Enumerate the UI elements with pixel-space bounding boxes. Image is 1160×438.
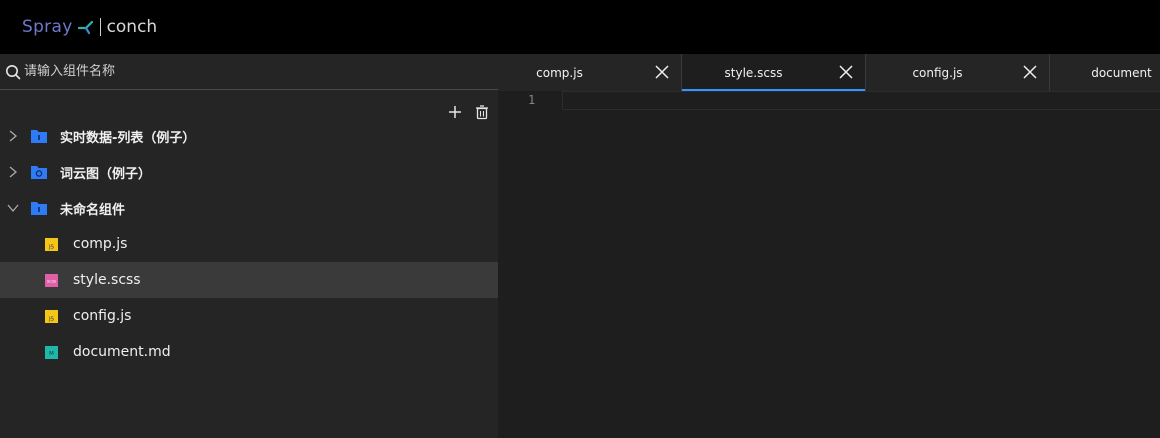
- tab-style-scss[interactable]: style.scss: [682, 54, 866, 91]
- tab-document-md[interactable]: document: [1050, 54, 1160, 91]
- chevron-down-icon[interactable]: [6, 201, 20, 215]
- tab-comp-js[interactable]: comp.js: [498, 54, 682, 91]
- code-area[interactable]: 1: [498, 91, 1160, 438]
- folder-cloud-icon: [31, 166, 47, 179]
- close-icon[interactable]: [839, 65, 853, 79]
- tab-label: document: [1091, 65, 1152, 80]
- folder-icon: [31, 202, 47, 215]
- js-file-icon: JS: [45, 237, 58, 251]
- top-bar: Spray conch: [0, 0, 1160, 54]
- tree-file-label: style.scss: [73, 272, 141, 288]
- scss-file-icon: SCSS: [45, 273, 58, 287]
- chevron-right-icon[interactable]: [6, 129, 20, 143]
- logo-brand-text: Spray: [22, 17, 73, 37]
- tree-folder-label: 未命名组件: [60, 202, 126, 218]
- tab-label: config.js: [912, 65, 963, 80]
- search-input[interactable]: [24, 64, 464, 79]
- tree-file[interactable]: JS comp.js: [0, 226, 498, 262]
- tree-folder[interactable]: 词云图（例子）: [0, 154, 498, 190]
- tree-folder-label: 实时数据-列表（例子）: [60, 130, 196, 146]
- svg-text:SCSS: SCSS: [47, 279, 57, 283]
- logo-product-text: conch: [106, 17, 158, 37]
- svg-text:JS: JS: [48, 316, 55, 322]
- js-file-icon: JS: [45, 309, 58, 323]
- line-number: 1: [528, 93, 536, 107]
- search-icon: [6, 64, 21, 79]
- tree-file[interactable]: JS config.js: [0, 298, 498, 334]
- tree-toolbar: [0, 90, 498, 120]
- logo-mark-icon: [77, 21, 93, 35]
- folder-icon: [31, 130, 47, 143]
- tree-folder[interactable]: 实时数据-列表（例子）: [0, 118, 498, 154]
- tree-file-label: config.js: [73, 308, 132, 324]
- svg-text:JS: JS: [48, 244, 55, 250]
- current-line-highlight: [562, 91, 1160, 110]
- chevron-right-icon[interactable]: [6, 165, 20, 179]
- svg-text:M: M: [49, 351, 54, 357]
- close-icon[interactable]: [1023, 65, 1037, 79]
- search-bar: [0, 54, 498, 90]
- tree-file[interactable]: SCSS style.scss: [0, 262, 498, 298]
- component-tree: 实时数据-列表（例子） 词云图（例子） 未命名组件 JS comp.js SCS…: [0, 118, 498, 370]
- sidebar: 实时数据-列表（例子） 词云图（例子） 未命名组件: [0, 54, 498, 438]
- editor: comp.js style.scss config.js document 1: [498, 54, 1160, 438]
- tree-file-label: document.md: [73, 344, 171, 360]
- app-logo[interactable]: Spray conch: [22, 0, 157, 54]
- tree-folder-label: 词云图（例子）: [60, 166, 152, 182]
- markdown-file-icon: M: [45, 345, 58, 359]
- tree-folder[interactable]: 未命名组件: [0, 190, 498, 226]
- editor-tabs: comp.js style.scss config.js document: [498, 54, 1160, 91]
- close-icon[interactable]: [655, 65, 669, 79]
- tab-config-js[interactable]: config.js: [866, 54, 1050, 91]
- tree-file[interactable]: M document.md: [0, 334, 498, 370]
- tab-label: style.scss: [724, 65, 783, 80]
- tree-file-label: comp.js: [73, 236, 128, 252]
- tab-label: comp.js: [536, 65, 583, 80]
- logo-separator: [99, 18, 101, 36]
